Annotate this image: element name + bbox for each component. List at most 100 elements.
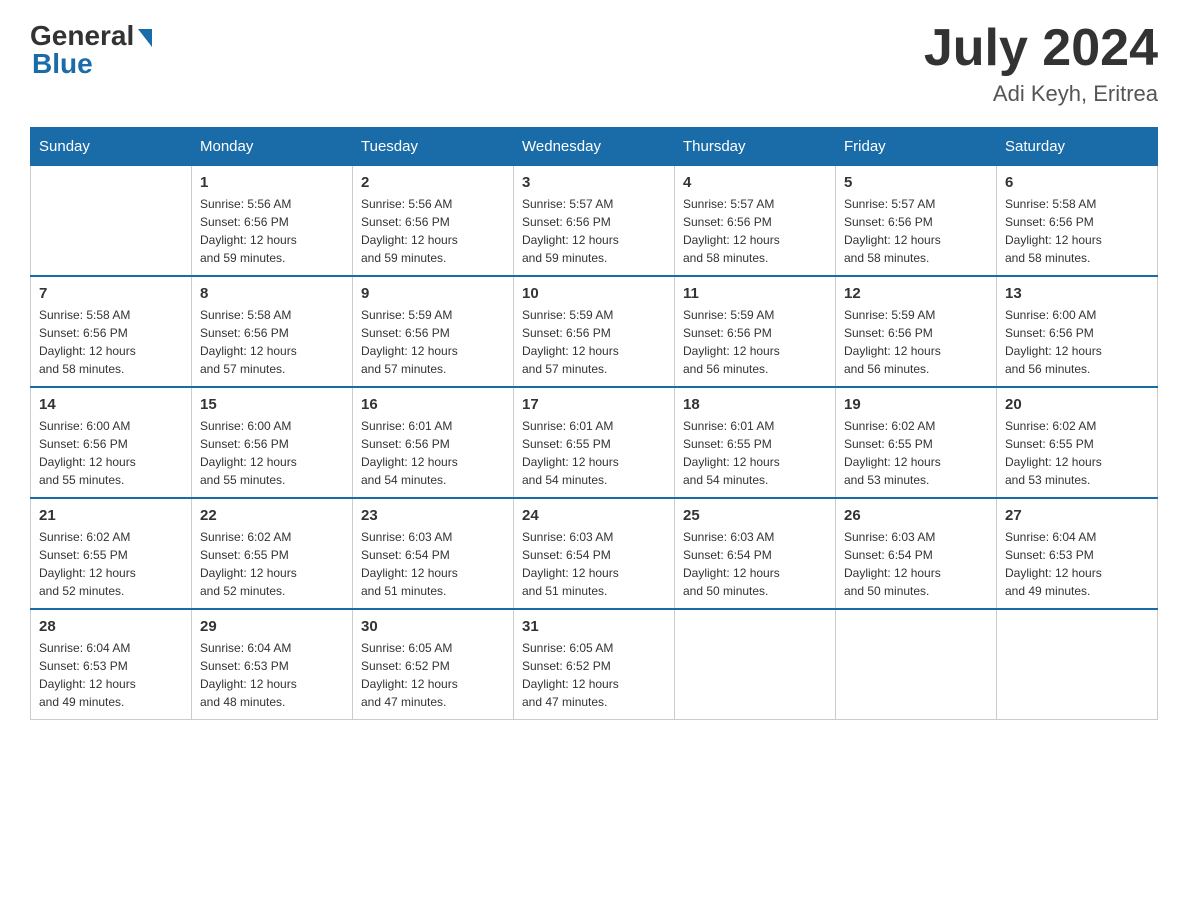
day-number: 22 (200, 507, 344, 524)
day-info: Sunrise: 5:57 AM Sunset: 6:56 PM Dayligh… (844, 195, 988, 267)
day-info: Sunrise: 5:59 AM Sunset: 6:56 PM Dayligh… (683, 306, 827, 378)
day-info: Sunrise: 5:57 AM Sunset: 6:56 PM Dayligh… (683, 195, 827, 267)
day-number: 28 (39, 618, 183, 635)
day-info: Sunrise: 5:56 AM Sunset: 6:56 PM Dayligh… (200, 195, 344, 267)
calendar-cell: 20 Sunrise: 6:02 AM Sunset: 6:55 PM Dayli… (997, 387, 1158, 498)
logo: General Blue (30, 20, 152, 80)
day-info: Sunrise: 5:58 AM Sunset: 6:56 PM Dayligh… (39, 306, 183, 378)
calendar-cell: 30 Sunrise: 6:05 AM Sunset: 6:52 PM Dayli… (353, 609, 514, 720)
weekday-header-monday: Monday (192, 128, 353, 166)
day-number: 21 (39, 507, 183, 524)
calendar-table: SundayMondayTuesdayWednesdayThursdayFrid… (30, 127, 1158, 720)
weekday-header-sunday: Sunday (31, 128, 192, 166)
day-info: Sunrise: 6:05 AM Sunset: 6:52 PM Dayligh… (522, 639, 666, 711)
calendar-cell: 29 Sunrise: 6:04 AM Sunset: 6:53 PM Dayli… (192, 609, 353, 720)
day-info: Sunrise: 6:02 AM Sunset: 6:55 PM Dayligh… (200, 528, 344, 600)
day-number: 17 (522, 396, 666, 413)
calendar-cell: 11 Sunrise: 5:59 AM Sunset: 6:56 PM Dayli… (675, 276, 836, 387)
day-info: Sunrise: 6:00 AM Sunset: 6:56 PM Dayligh… (39, 417, 183, 489)
calendar-cell: 6 Sunrise: 5:58 AM Sunset: 6:56 PM Daylig… (997, 166, 1158, 277)
day-number: 13 (1005, 285, 1149, 302)
day-info: Sunrise: 6:00 AM Sunset: 6:56 PM Dayligh… (1005, 306, 1149, 378)
day-info: Sunrise: 6:00 AM Sunset: 6:56 PM Dayligh… (200, 417, 344, 489)
day-info: Sunrise: 6:03 AM Sunset: 6:54 PM Dayligh… (522, 528, 666, 600)
calendar-cell: 2 Sunrise: 5:56 AM Sunset: 6:56 PM Daylig… (353, 166, 514, 277)
day-number: 30 (361, 618, 505, 635)
logo-blue-text: Blue (32, 48, 93, 80)
calendar-cell: 14 Sunrise: 6:00 AM Sunset: 6:56 PM Dayli… (31, 387, 192, 498)
calendar-cell: 10 Sunrise: 5:59 AM Sunset: 6:56 PM Dayli… (514, 276, 675, 387)
day-number: 3 (522, 174, 666, 191)
day-number: 24 (522, 507, 666, 524)
day-info: Sunrise: 6:05 AM Sunset: 6:52 PM Dayligh… (361, 639, 505, 711)
day-info: Sunrise: 6:02 AM Sunset: 6:55 PM Dayligh… (844, 417, 988, 489)
day-number: 8 (200, 285, 344, 302)
day-number: 7 (39, 285, 183, 302)
day-info: Sunrise: 6:01 AM Sunset: 6:55 PM Dayligh… (522, 417, 666, 489)
calendar-week-row: 14 Sunrise: 6:00 AM Sunset: 6:56 PM Dayli… (31, 387, 1158, 498)
location-subtitle: Adi Keyh, Eritrea (924, 81, 1158, 107)
calendar-header: SundayMondayTuesdayWednesdayThursdayFrid… (31, 128, 1158, 166)
calendar-cell: 25 Sunrise: 6:03 AM Sunset: 6:54 PM Dayli… (675, 498, 836, 609)
day-info: Sunrise: 6:03 AM Sunset: 6:54 PM Dayligh… (683, 528, 827, 600)
calendar-cell: 28 Sunrise: 6:04 AM Sunset: 6:53 PM Dayli… (31, 609, 192, 720)
calendar-cell: 9Sunrise: 5:59 AM Sunset: 6:56 PM Daylig… (353, 276, 514, 387)
calendar-cell: 31 Sunrise: 6:05 AM Sunset: 6:52 PM Dayli… (514, 609, 675, 720)
calendar-cell: 8Sunrise: 5:58 AM Sunset: 6:56 PM Daylig… (192, 276, 353, 387)
day-number: 11 (683, 285, 827, 302)
day-number: 15 (200, 396, 344, 413)
day-number: 23 (361, 507, 505, 524)
day-number: 31 (522, 618, 666, 635)
calendar-cell: 16 Sunrise: 6:01 AM Sunset: 6:56 PM Dayli… (353, 387, 514, 498)
day-number: 25 (683, 507, 827, 524)
day-number: 6 (1005, 174, 1149, 191)
day-number: 10 (522, 285, 666, 302)
calendar-cell: 24 Sunrise: 6:03 AM Sunset: 6:54 PM Dayli… (514, 498, 675, 609)
weekday-header-saturday: Saturday (997, 128, 1158, 166)
calendar-cell: 21 Sunrise: 6:02 AM Sunset: 6:55 PM Dayli… (31, 498, 192, 609)
day-info: Sunrise: 6:04 AM Sunset: 6:53 PM Dayligh… (200, 639, 344, 711)
day-info: Sunrise: 6:02 AM Sunset: 6:55 PM Dayligh… (1005, 417, 1149, 489)
calendar-body: 1 Sunrise: 5:56 AM Sunset: 6:56 PM Daylig… (31, 166, 1158, 720)
day-info: Sunrise: 5:57 AM Sunset: 6:56 PM Dayligh… (522, 195, 666, 267)
day-info: Sunrise: 5:59 AM Sunset: 6:56 PM Dayligh… (522, 306, 666, 378)
page-header: General Blue July 2024 Adi Keyh, Eritrea (30, 20, 1158, 107)
calendar-cell: 27Sunrise: 6:04 AM Sunset: 6:53 PM Dayli… (997, 498, 1158, 609)
day-info: Sunrise: 5:59 AM Sunset: 6:56 PM Dayligh… (361, 306, 505, 378)
day-number: 20 (1005, 396, 1149, 413)
day-number: 16 (361, 396, 505, 413)
month-year-title: July 2024 (924, 20, 1158, 77)
calendar-cell: 13 Sunrise: 6:00 AM Sunset: 6:56 PM Dayli… (997, 276, 1158, 387)
title-section: July 2024 Adi Keyh, Eritrea (924, 20, 1158, 107)
calendar-cell (31, 166, 192, 277)
calendar-cell: 22 Sunrise: 6:02 AM Sunset: 6:55 PM Dayli… (192, 498, 353, 609)
weekday-header-tuesday: Tuesday (353, 128, 514, 166)
day-info: Sunrise: 6:01 AM Sunset: 6:56 PM Dayligh… (361, 417, 505, 489)
day-number: 4 (683, 174, 827, 191)
day-info: Sunrise: 6:04 AM Sunset: 6:53 PM Dayligh… (39, 639, 183, 711)
calendar-cell: 4 Sunrise: 5:57 AM Sunset: 6:56 PM Daylig… (675, 166, 836, 277)
day-number: 29 (200, 618, 344, 635)
day-number: 19 (844, 396, 988, 413)
calendar-cell: 17 Sunrise: 6:01 AM Sunset: 6:55 PM Dayli… (514, 387, 675, 498)
day-info: Sunrise: 6:04 AM Sunset: 6:53 PM Dayligh… (1005, 528, 1149, 600)
calendar-cell: 5Sunrise: 5:57 AM Sunset: 6:56 PM Daylig… (836, 166, 997, 277)
calendar-cell: 3 Sunrise: 5:57 AM Sunset: 6:56 PM Daylig… (514, 166, 675, 277)
calendar-week-row: 7 Sunrise: 5:58 AM Sunset: 6:56 PM Daylig… (31, 276, 1158, 387)
day-number: 18 (683, 396, 827, 413)
calendar-cell (997, 609, 1158, 720)
day-number: 2 (361, 174, 505, 191)
day-info: Sunrise: 6:02 AM Sunset: 6:55 PM Dayligh… (39, 528, 183, 600)
calendar-cell: 7 Sunrise: 5:58 AM Sunset: 6:56 PM Daylig… (31, 276, 192, 387)
weekday-header-thursday: Thursday (675, 128, 836, 166)
calendar-cell (836, 609, 997, 720)
day-number: 14 (39, 396, 183, 413)
calendar-week-row: 21 Sunrise: 6:02 AM Sunset: 6:55 PM Dayli… (31, 498, 1158, 609)
day-number: 1 (200, 174, 344, 191)
day-info: Sunrise: 5:58 AM Sunset: 6:56 PM Dayligh… (1005, 195, 1149, 267)
calendar-cell: 18Sunrise: 6:01 AM Sunset: 6:55 PM Dayli… (675, 387, 836, 498)
weekday-header-wednesday: Wednesday (514, 128, 675, 166)
day-info: Sunrise: 5:56 AM Sunset: 6:56 PM Dayligh… (361, 195, 505, 267)
day-number: 12 (844, 285, 988, 302)
calendar-cell: 19 Sunrise: 6:02 AM Sunset: 6:55 PM Dayli… (836, 387, 997, 498)
